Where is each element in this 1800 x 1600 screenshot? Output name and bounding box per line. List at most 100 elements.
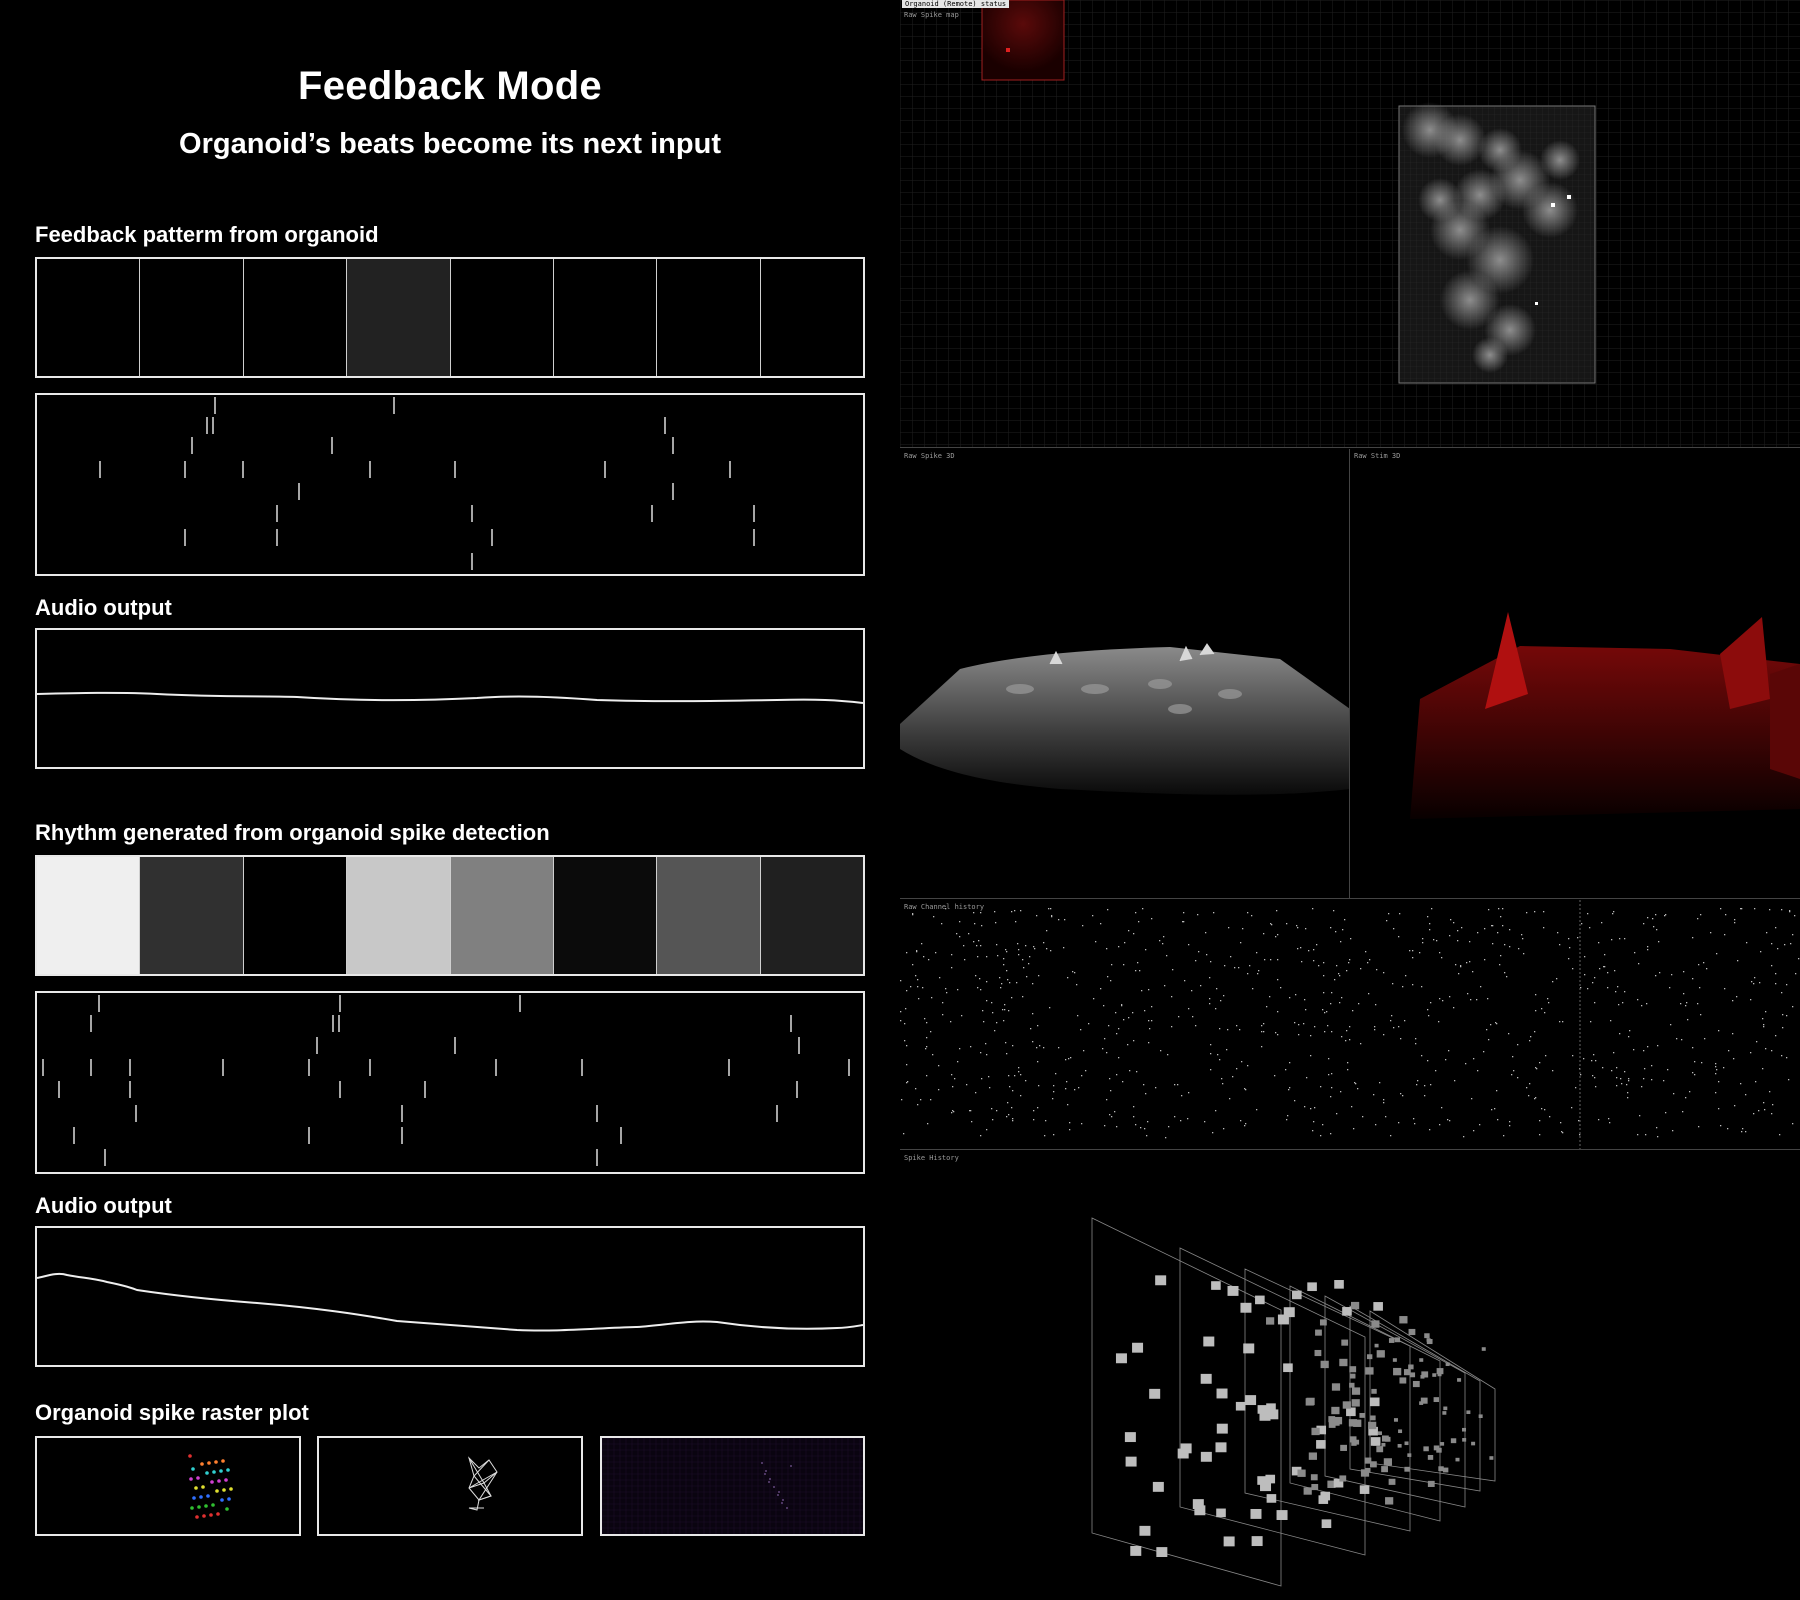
channel-spike bbox=[1151, 918, 1153, 920]
channel-spike bbox=[1285, 1069, 1287, 1071]
channel-spike bbox=[1341, 997, 1343, 999]
history-frame bbox=[1244, 1268, 1411, 1532]
channel-spike bbox=[1503, 1135, 1505, 1137]
channel-spike bbox=[1720, 1125, 1722, 1127]
channel-spike bbox=[1517, 1077, 1519, 1079]
history-cube bbox=[1277, 1314, 1289, 1325]
channel-spike bbox=[1198, 951, 1200, 953]
channel-spike bbox=[1159, 940, 1161, 942]
channel-spike bbox=[1771, 1050, 1773, 1052]
channel-spike bbox=[1373, 1094, 1375, 1096]
channel-spike bbox=[1316, 944, 1318, 946]
channel-spike bbox=[1772, 1104, 1774, 1106]
channel-spike bbox=[1219, 1059, 1221, 1061]
channel-spike bbox=[1571, 1107, 1573, 1109]
channel-spike bbox=[1479, 1124, 1481, 1126]
channel-spike bbox=[1449, 935, 1451, 937]
history-cube bbox=[1350, 1373, 1356, 1379]
channel-spike bbox=[1323, 962, 1325, 964]
channel-spike bbox=[1601, 922, 1603, 924]
channel-spike bbox=[1195, 1025, 1197, 1027]
channel-spike bbox=[1784, 944, 1786, 946]
channel-spike bbox=[1298, 1024, 1300, 1026]
channel-spike bbox=[917, 986, 919, 988]
channel-spike bbox=[1139, 970, 1141, 972]
channel-spike bbox=[1667, 1069, 1669, 1071]
channel-spike bbox=[906, 1064, 908, 1066]
channel-spike bbox=[1028, 963, 1030, 965]
channel-spike bbox=[1680, 1003, 1682, 1005]
channel-spike bbox=[1497, 1119, 1499, 1121]
channel-spike bbox=[1011, 1107, 1013, 1109]
rhythm-pattern-label: Rhythm generated from organoid spike det… bbox=[35, 820, 550, 845]
channel-spike bbox=[1012, 1120, 1014, 1122]
raster-dot bbox=[219, 1469, 223, 1473]
channel-spike bbox=[1002, 1009, 1004, 1011]
spike-map-label: Raw Spike map bbox=[904, 11, 959, 19]
channel-spike bbox=[1109, 1114, 1111, 1116]
grid-dot bbox=[790, 1465, 792, 1467]
channel-spike bbox=[1165, 1137, 1167, 1139]
channel-spike bbox=[1461, 927, 1463, 929]
channel-spike bbox=[982, 1010, 984, 1012]
channel-spike bbox=[1348, 962, 1350, 964]
channel-spike bbox=[975, 975, 977, 977]
channel-spike bbox=[1504, 972, 1506, 974]
channel-spike bbox=[1115, 1012, 1117, 1014]
channel-spike bbox=[1104, 1125, 1106, 1127]
channel-spike bbox=[1270, 923, 1272, 925]
channel-spike bbox=[1007, 1102, 1009, 1104]
stim-3d-svg bbox=[1410, 612, 1800, 819]
raster-dot bbox=[194, 1486, 198, 1490]
channel-spike bbox=[1020, 1074, 1022, 1076]
channel-spike bbox=[950, 1021, 952, 1023]
raster-thumb-purple-grid bbox=[600, 1436, 865, 1536]
channel-spike bbox=[1584, 974, 1586, 976]
grid-dot bbox=[773, 1486, 775, 1488]
channel-spike bbox=[1529, 1083, 1531, 1085]
channel-spike bbox=[1338, 973, 1340, 975]
channel-spike bbox=[1351, 1106, 1353, 1108]
channel-spike bbox=[1762, 1018, 1764, 1020]
channel-spike bbox=[1781, 909, 1783, 911]
channel-spike bbox=[1375, 1004, 1377, 1006]
channel-spike bbox=[1017, 943, 1019, 945]
channel-spike bbox=[1779, 1134, 1781, 1136]
channel-spike bbox=[1422, 938, 1424, 940]
history-cube bbox=[1321, 1519, 1332, 1529]
channel-spike bbox=[1142, 908, 1144, 910]
channel-spike bbox=[1030, 1028, 1032, 1030]
channel-spike bbox=[1276, 910, 1278, 912]
channel-spike bbox=[1534, 911, 1536, 913]
channel-spike bbox=[1318, 965, 1320, 967]
channel-spike bbox=[1509, 1125, 1511, 1127]
channel-spike bbox=[983, 1021, 985, 1023]
rhythm-cell-4 bbox=[347, 857, 451, 974]
channel-spike bbox=[1322, 1009, 1324, 1011]
history-cube bbox=[1388, 1478, 1396, 1485]
channel-spike bbox=[1155, 1087, 1157, 1089]
channel-spike bbox=[1129, 1070, 1131, 1072]
channel-spike bbox=[1715, 1092, 1717, 1094]
history-cube bbox=[1359, 1485, 1370, 1494]
channel-spike bbox=[1376, 969, 1378, 971]
history-cube bbox=[1392, 1358, 1397, 1362]
channel-spike bbox=[1484, 959, 1486, 961]
channel-spike bbox=[1706, 968, 1708, 970]
channel-spike bbox=[1076, 984, 1078, 986]
channel-spike bbox=[1312, 1130, 1314, 1132]
channel-spike bbox=[1065, 1059, 1067, 1061]
channel-spike bbox=[1405, 975, 1407, 977]
channel-spike bbox=[1727, 1128, 1729, 1130]
history-cube bbox=[1374, 1343, 1379, 1348]
channel-spike bbox=[1244, 1088, 1246, 1090]
channel-spike bbox=[1011, 911, 1013, 913]
channel-spike bbox=[1222, 1083, 1224, 1085]
channel-spike bbox=[1349, 1026, 1351, 1028]
channel-spike bbox=[1116, 1074, 1118, 1076]
channel-spike bbox=[1583, 1058, 1585, 1060]
channel-spike bbox=[1226, 1049, 1228, 1051]
channel-spike bbox=[1607, 972, 1609, 974]
channel-spike bbox=[1355, 1083, 1357, 1085]
channel-spike bbox=[1594, 977, 1596, 979]
